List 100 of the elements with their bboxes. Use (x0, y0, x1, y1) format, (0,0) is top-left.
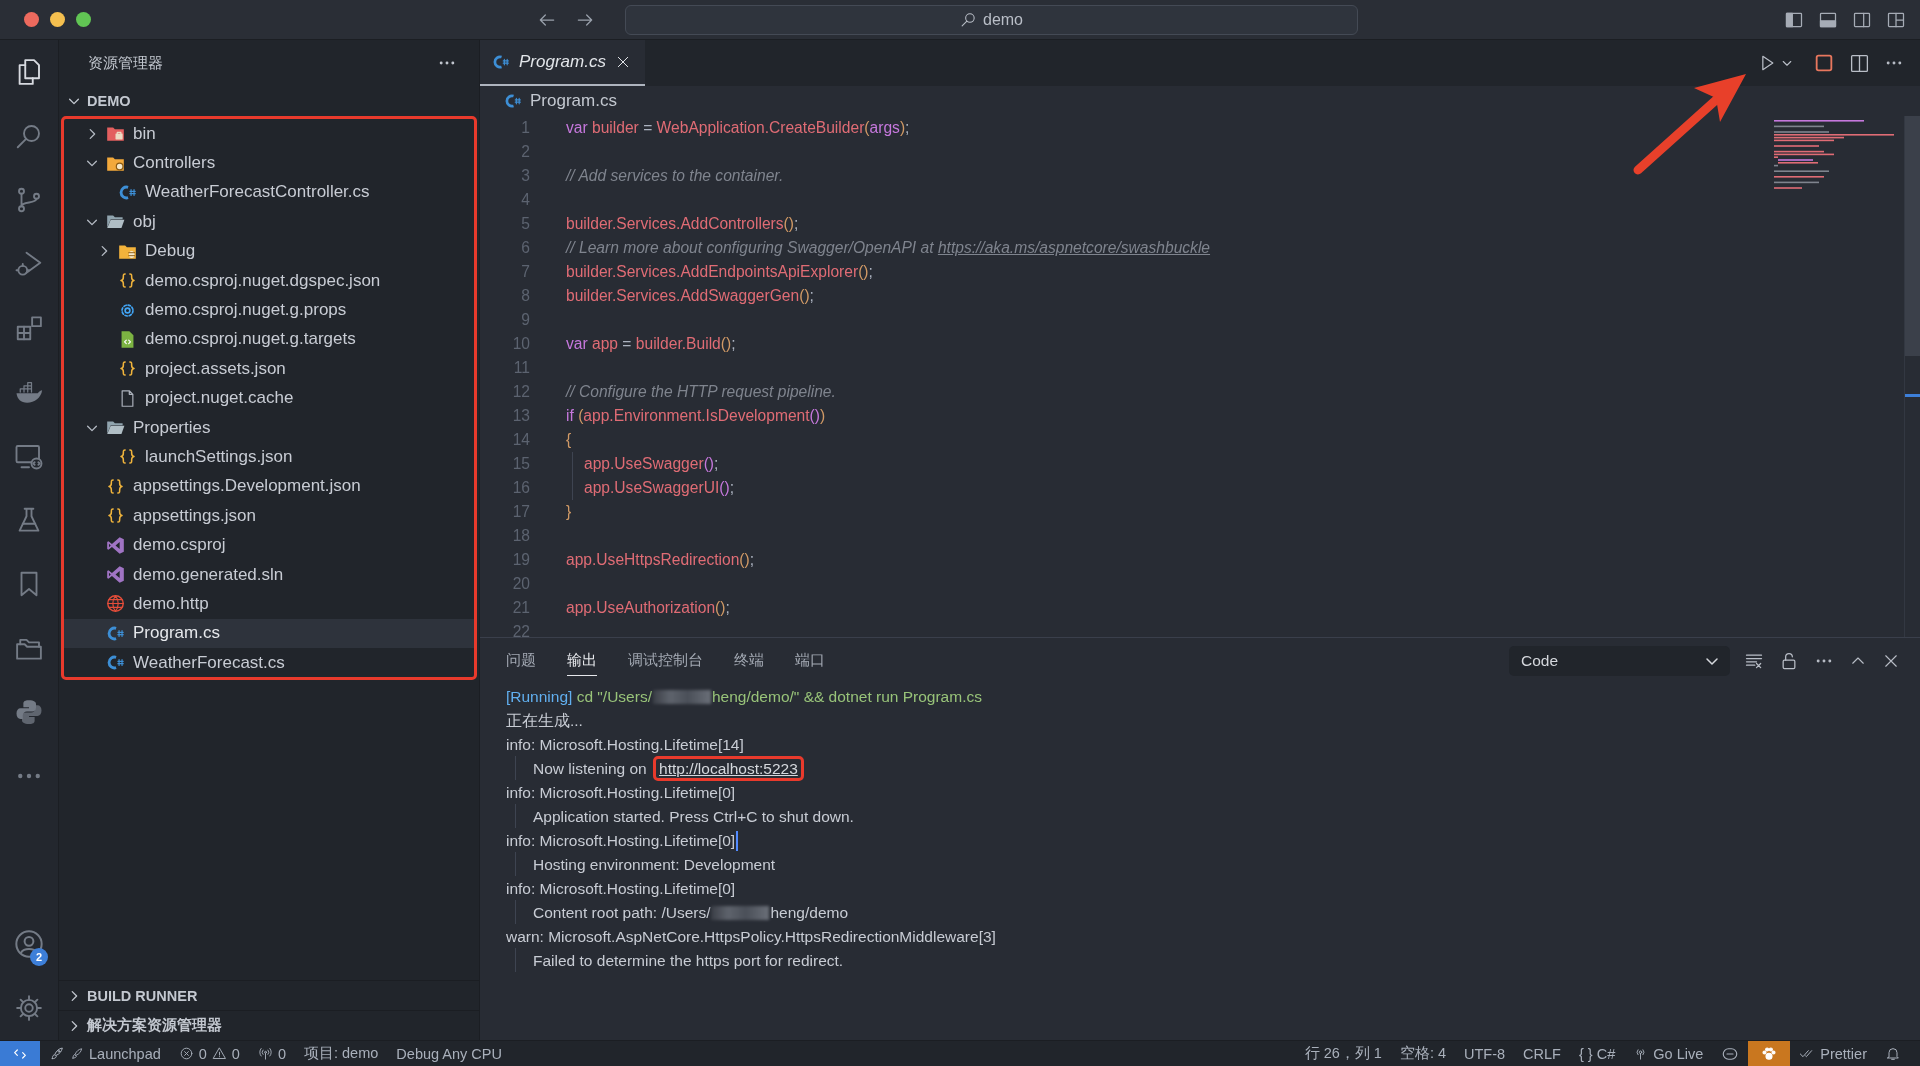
redaction-mark (652, 689, 711, 704)
output-channel-dropdown[interactable]: Code (1509, 646, 1730, 676)
tree-item[interactable]: Program.cs (64, 618, 474, 649)
minimize-window-button[interactable] (50, 12, 65, 27)
braces-icon (106, 506, 125, 526)
tree-item[interactable]: WeatherForecast.cs (64, 648, 474, 678)
panel-tab[interactable]: 端口 (795, 646, 825, 676)
account-icon[interactable] (13, 928, 45, 960)
status-item[interactable]: 项目: demo (295, 1041, 388, 1066)
csharp-file-icon (504, 92, 522, 110)
status-item[interactable]: Debug Any CPU (387, 1041, 511, 1066)
code-line: app.UseSwagger(); (572, 452, 719, 476)
overview-mark (1905, 394, 1920, 397)
launchpad-button[interactable]: Launchpad (40, 1041, 170, 1066)
section-header[interactable]: BUILD RUNNER (59, 980, 479, 1010)
notification-badge: 2 (30, 948, 48, 966)
python-icon[interactable] (14, 697, 44, 727)
line-number: 13 (511, 407, 530, 425)
close-icon[interactable] (1882, 652, 1900, 670)
line-number: 14 (511, 431, 530, 449)
zoom-window-button[interactable] (76, 12, 91, 27)
problems-button[interactable]: 0 0 (169, 1041, 249, 1066)
section-header[interactable]: DEMO (59, 86, 479, 116)
breadcrumb-item[interactable]: Program.cs (504, 91, 617, 111)
url-link[interactable]: http://localhost:5223 (659, 759, 798, 777)
tree-item[interactable]: project.assets.json (64, 354, 474, 384)
command-center-search[interactable]: demo (625, 4, 1358, 35)
line-number: 16 (511, 479, 530, 497)
bell-icon[interactable] (1885, 1045, 1901, 1062)
braces-icon (118, 271, 137, 291)
status-item[interactable]: CRLF (1514, 1041, 1570, 1066)
line-number: 2 (520, 143, 530, 161)
code-line: if (app.Environment.IsDevelopment()) (566, 407, 826, 425)
code-line: builder.Services.AddControllers(); (566, 215, 799, 233)
braces-icon (106, 476, 125, 496)
status-item[interactable]: 行 26，列 1 (1295, 1041, 1391, 1066)
code-line: // Configure the HTTP request pipeline. (566, 383, 836, 401)
braces-icon (118, 359, 137, 379)
tree-item[interactable]: appsettings.Development.json (64, 471, 474, 502)
editor-tab[interactable]: Program.cs (480, 40, 645, 86)
tree-item[interactable]: project.nuget.cache (64, 383, 474, 413)
output-line: info: Microsoft.Hosting.Lifetime[0] (506, 831, 736, 849)
output-text: cd "/Users/ (576, 687, 652, 705)
prettier-button[interactable]: Prettier (1790, 1041, 1876, 1066)
code-line: var app = builder.Build(); (566, 335, 736, 353)
tree-item[interactable]: Properties (64, 412, 474, 443)
panel-tab[interactable]: 输出 (567, 646, 597, 676)
ribbon-icon (106, 535, 125, 555)
code-line: } (566, 503, 572, 521)
settings-icon[interactable] (14, 993, 44, 1023)
go-live-button[interactable]: Go Live (1624, 1041, 1713, 1066)
output-line: Hosting environment: Development (533, 855, 776, 873)
panel-tab[interactable]: 问题 (506, 646, 536, 676)
line-number: 4 (520, 191, 530, 209)
search-icon (960, 11, 977, 28)
close-window-button[interactable] (24, 12, 39, 27)
code-line: app.UseHttpsRedirection(); (566, 551, 755, 569)
panel-tab[interactable]: 终端 (734, 646, 764, 676)
language-button[interactable]: { } C# (1570, 1041, 1625, 1066)
output-line: info: Microsoft.Hosting.Lifetime[14] (506, 735, 744, 753)
tree-item[interactable]: obj (64, 207, 474, 237)
line-number: 19 (511, 551, 530, 569)
status-item[interactable]: UTF-8 (1455, 1041, 1515, 1066)
line-number: 8 (520, 287, 530, 305)
tree-item[interactable]: demo.csproj.nuget.dgspec.json (64, 265, 474, 296)
output-line: 正在生成... (506, 711, 583, 729)
extensions-icon[interactable] (14, 313, 44, 343)
tree-item[interactable]: demo.csproj.nuget.g.targets (64, 324, 474, 355)
line-number: 12 (511, 383, 530, 401)
output-line: warn: Microsoft.AspNetCore.HttpsPolicy.HttpsRedirectionMiddleware[3] (506, 927, 996, 945)
paw-icon (1760, 1044, 1779, 1063)
tree-item[interactable]: launchSettings.json (64, 442, 474, 472)
line-number: 9 (520, 311, 530, 329)
stop-icon[interactable] (1813, 52, 1835, 74)
output-line: Now listening on http://localhost:5223 (533, 759, 804, 777)
run-debug-icon[interactable] (14, 249, 44, 279)
tree-item[interactable]: demo.generated.sln (64, 559, 474, 590)
tree-item[interactable]: demo.csproj (64, 530, 474, 560)
output-line: Failed to determine the https port for redirect. (533, 951, 844, 969)
status-tag: [Running] (506, 687, 573, 705)
panel-tab[interactable]: 调试控制台 (628, 646, 703, 676)
extension-status-button[interactable] (1748, 1041, 1791, 1066)
code-line: builder.Services.AddSwaggerGen(); (566, 287, 814, 305)
split-editor-icon[interactable] (1849, 52, 1870, 74)
status-item[interactable]: 空格: 4 (1390, 1041, 1455, 1066)
code-line: builder.Services.AddEndpointsApiExplorer(); (566, 263, 873, 281)
code-line: app.UseAuthorization(); (566, 599, 730, 617)
tree-item[interactable]: Debug (64, 236, 474, 266)
code-line: app.UseSwaggerUI(); (572, 476, 734, 500)
code-line: // Add services to the container. (566, 167, 784, 185)
line-number: 18 (511, 527, 530, 545)
tree-item[interactable]: appsettings.json (64, 501, 474, 531)
tree-item[interactable]: demo.csproj.nuget.g.props (64, 295, 474, 325)
code-link[interactable]: https://aka.ms/aspnetcore/swashbuckle (937, 239, 1211, 256)
output-line: info: Microsoft.Hosting.Lifetime[0] (506, 879, 736, 897)
tree-item[interactable]: Controllers (64, 148, 474, 178)
tree-item[interactable]: bin (64, 119, 474, 149)
ports-button[interactable]: 0 (248, 1041, 295, 1066)
tree-item[interactable]: demo.http (64, 589, 474, 619)
tree-item[interactable]: WeatherForecastController.cs (64, 177, 474, 208)
